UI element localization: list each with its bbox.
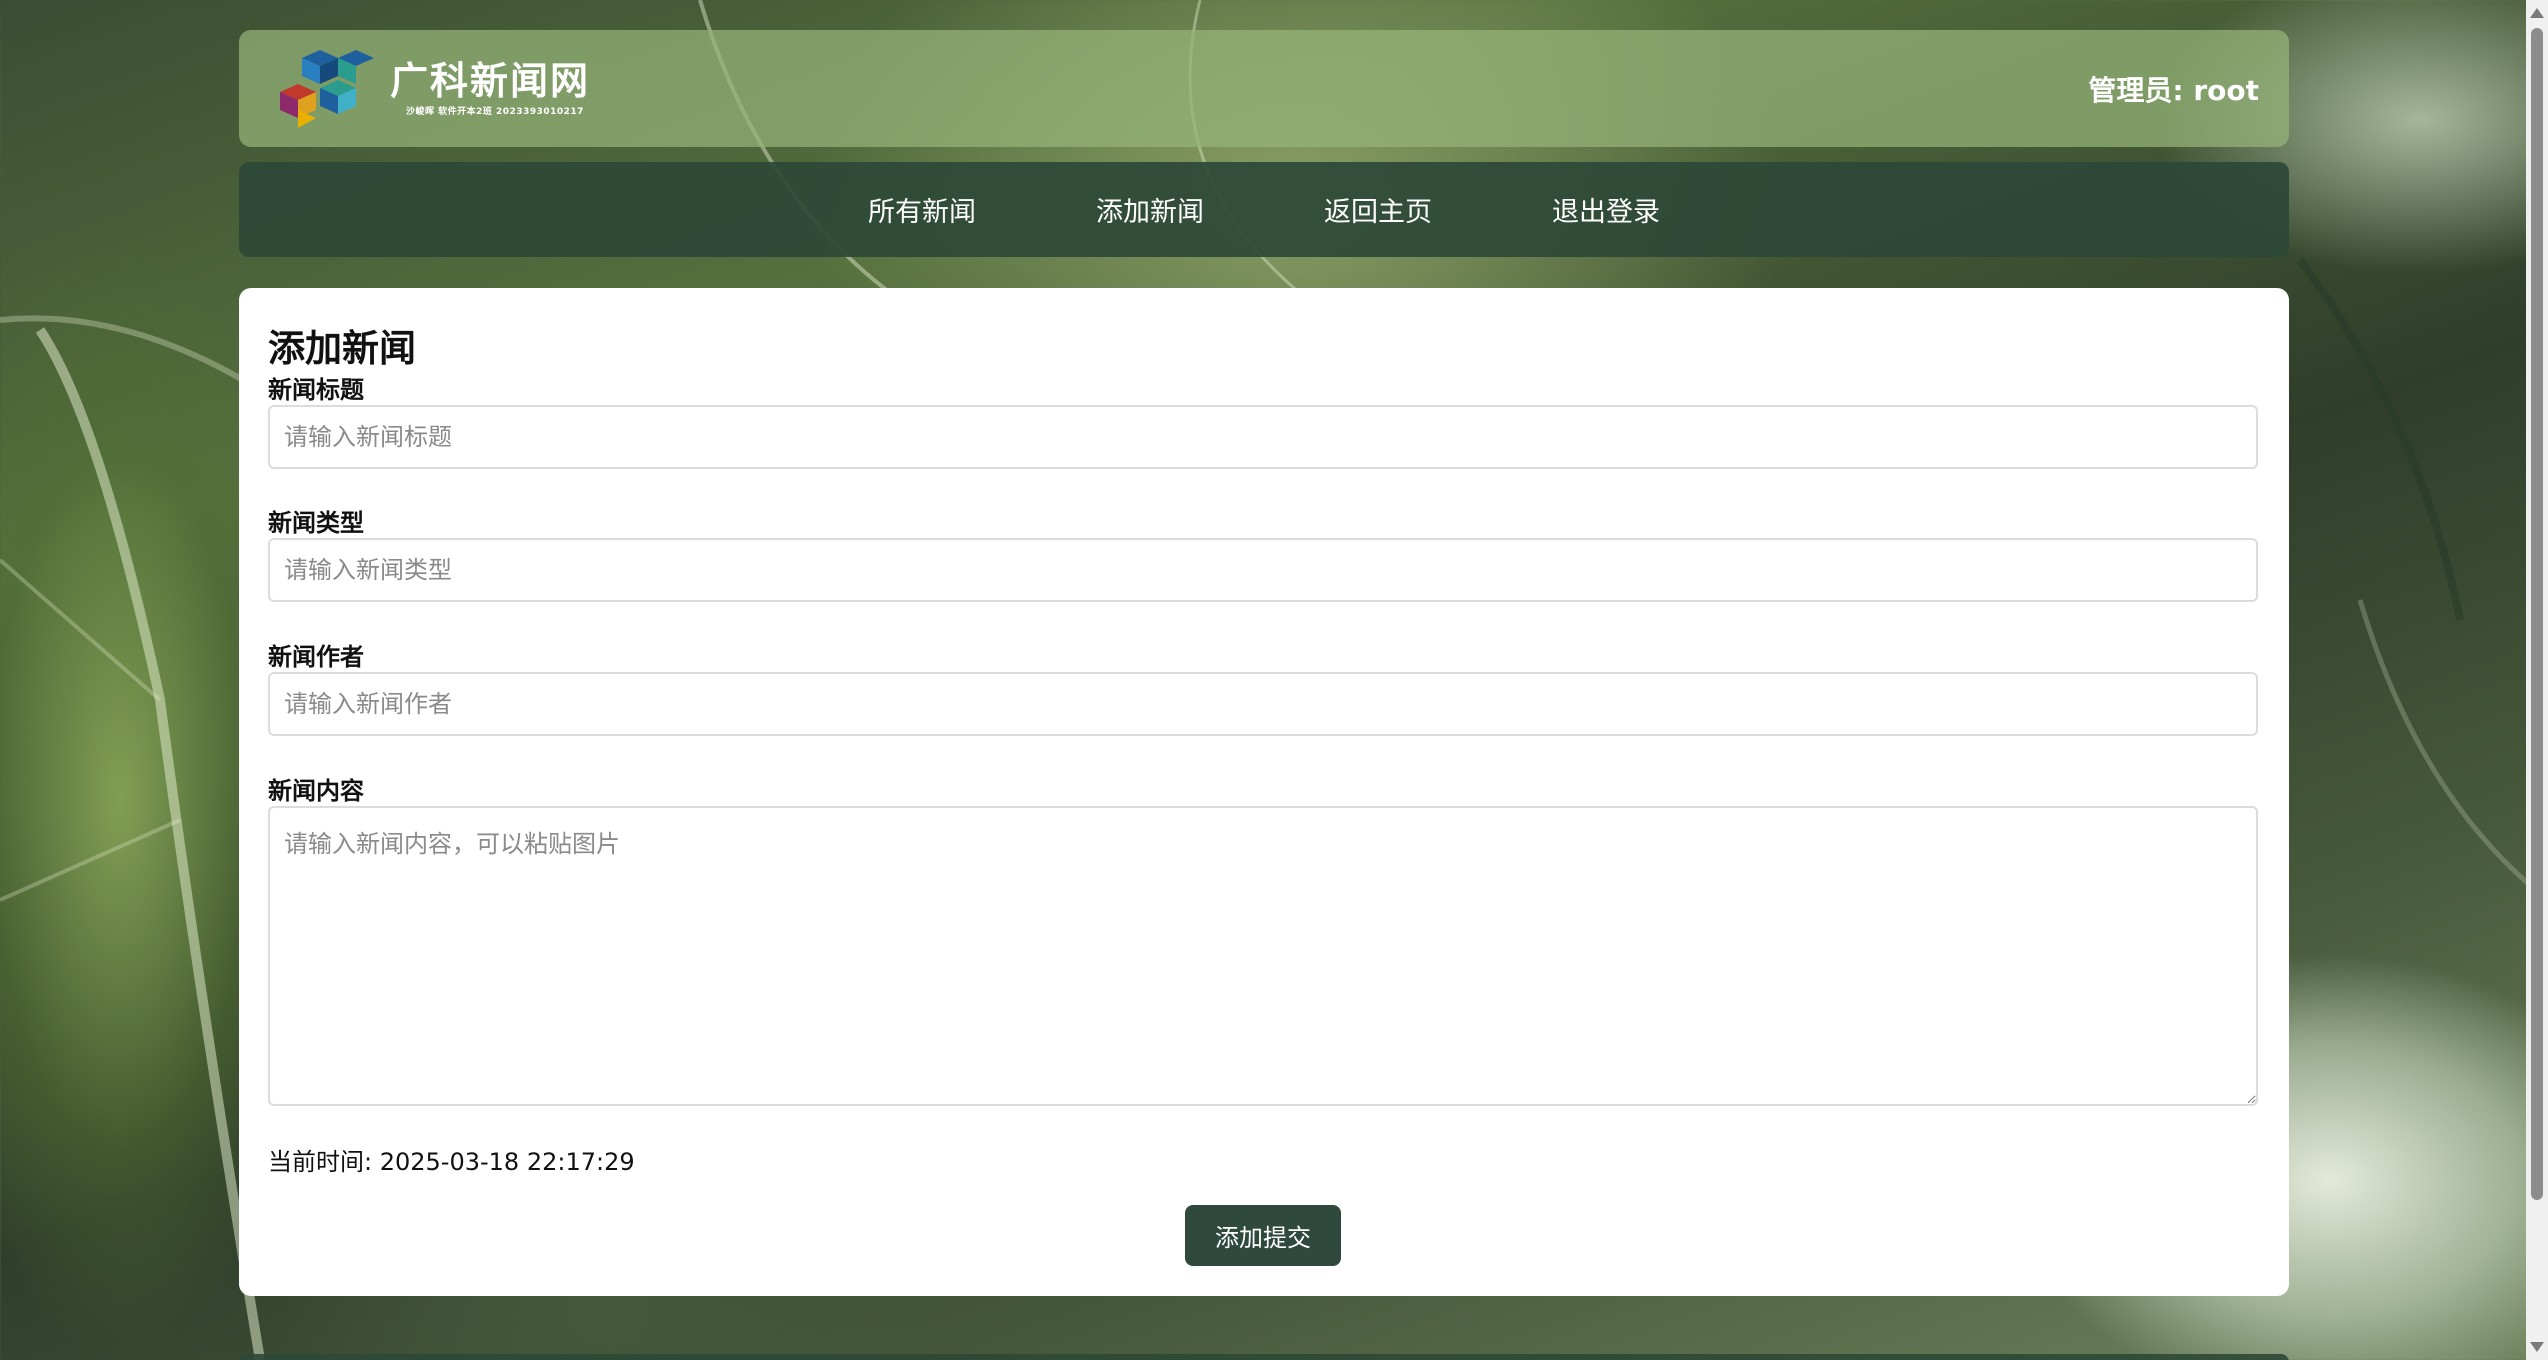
nav-item-home[interactable]: 返回主页	[1292, 190, 1432, 229]
scroll-down-arrow-icon[interactable]	[2530, 1342, 2544, 1352]
scroll-thumb[interactable]	[2531, 28, 2543, 1200]
footer-edge	[239, 1354, 2289, 1360]
page-scrollbar[interactable]	[2526, 0, 2548, 1360]
news-type-input[interactable]	[268, 538, 2258, 602]
add-news-form: 添加新闻 新闻标题 新闻类型 新闻作者 新闻内容 当前时间: 2025-03-1…	[239, 288, 2289, 1296]
logo-cube-icon	[280, 49, 374, 128]
news-content-textarea[interactable]	[268, 806, 2258, 1106]
scroll-up-arrow-icon[interactable]	[2530, 8, 2544, 18]
news-author-input[interactable]	[268, 672, 2258, 736]
admin-label: 管理员: root	[2088, 73, 2259, 107]
site-logo[interactable]: 广科新闻网 沙峻晖 软件开本2班 2023393010217	[272, 48, 590, 130]
news-title-label: 新闻标题	[268, 376, 364, 404]
nav-item-logout[interactable]: 退出登录	[1520, 190, 1660, 229]
site-header: 广科新闻网 沙峻晖 软件开本2班 2023393010217 管理员: root	[239, 30, 2289, 147]
current-time: 当前时间: 2025-03-18 22:17:29	[268, 1148, 635, 1176]
news-title-input[interactable]	[268, 405, 2258, 469]
nav-item-all-news[interactable]: 所有新闻	[868, 190, 976, 229]
nav-item-add-news[interactable]: 添加新闻	[1064, 190, 1204, 229]
news-author-label: 新闻作者	[268, 643, 364, 671]
page-title: 添加新闻	[268, 327, 416, 370]
news-type-label: 新闻类型	[268, 509, 364, 537]
news-content-label: 新闻内容	[268, 777, 364, 805]
main-nav: 所有新闻 添加新闻 返回主页 退出登录	[239, 162, 2289, 257]
logo-title: 广科新闻网	[390, 59, 591, 103]
logo-subtitle: 沙峻晖 软件开本2班 2023393010217	[406, 107, 584, 117]
submit-button[interactable]: 添加提交	[1185, 1205, 1341, 1266]
